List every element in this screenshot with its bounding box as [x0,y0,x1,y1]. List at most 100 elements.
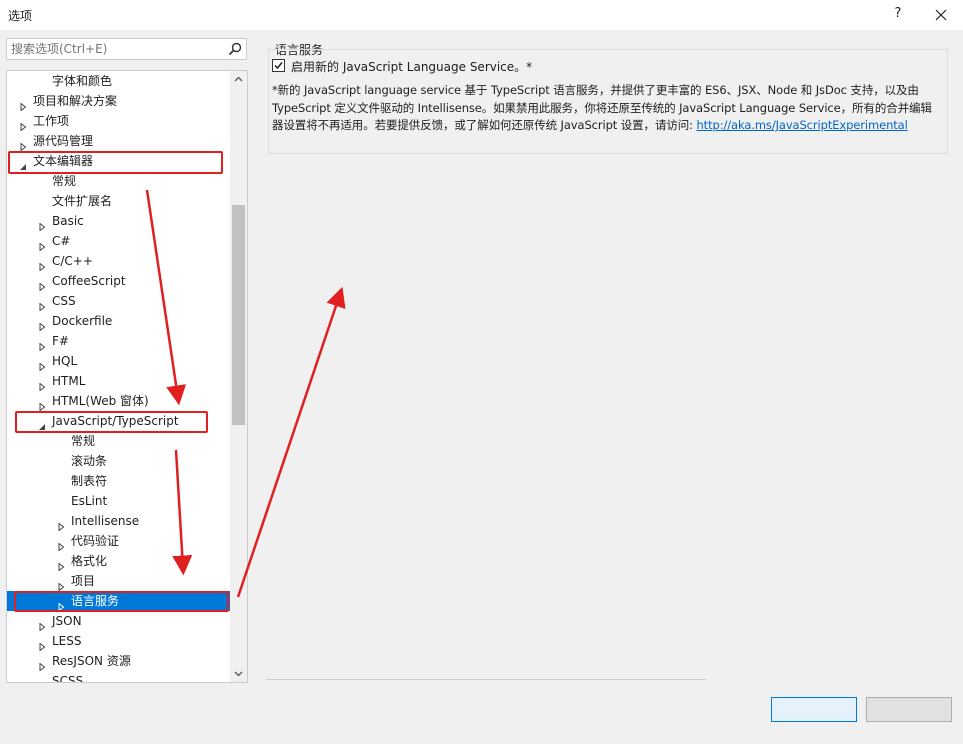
collapsed-arrow-icon[interactable] [38,397,46,412]
tree-item[interactable]: 常规 [7,171,230,191]
collapsed-arrow-icon[interactable] [38,357,46,372]
tree-item[interactable]: 制表符 [7,471,230,491]
tree-item[interactable]: Basic [7,211,230,232]
tree-item-label: EsLint [71,494,108,508]
collapsed-arrow-icon[interactable] [38,337,46,352]
enable-js-service-checkbox[interactable] [272,59,285,72]
collapsed-arrow-icon[interactable] [38,257,46,272]
search-input[interactable] [7,39,226,59]
collapsed-arrow-icon[interactable] [38,217,46,232]
tree-item-label: Dockerfile [52,314,113,328]
tree-item[interactable]: 字体和颜色 [7,71,230,91]
tree-item-label: ResJSON 资源 [52,654,131,668]
tree-item-label: 文本编辑器 [33,154,94,168]
tree-item-label: HTML [52,374,86,388]
bottom-separator [266,679,706,680]
tree-item[interactable]: HQL [7,351,230,372]
tree-item-label: HTML(Web 窗体) [52,394,149,408]
title-bar: 选项 ? [0,0,963,30]
tree-item[interactable]: C# [7,231,230,252]
tree-item-label: F# [52,334,69,348]
tree-item-label: JSON [52,614,82,628]
scroll-down-icon[interactable] [230,665,247,682]
tree-item[interactable]: SCSS [7,671,230,683]
search-box[interactable] [6,38,247,60]
tree-item-label: CSS [52,294,76,308]
scroll-thumb[interactable] [232,205,245,425]
tree-item[interactable]: 格式化 [7,551,230,572]
window-title: 选项 [8,9,33,23]
collapsed-arrow-icon[interactable] [19,117,27,132]
tree-item-label: HQL [52,354,78,368]
collapsed-arrow-icon[interactable] [38,237,46,252]
tree-item[interactable]: 语言服务 [7,591,230,612]
tree-item-label: 常规 [52,174,77,188]
tree-item-label: 字体和颜色 [52,74,113,88]
collapsed-arrow-icon[interactable] [57,597,65,612]
tree-item[interactable]: 常规 [7,431,230,451]
tree-item[interactable]: 滚动条 [7,451,230,471]
tree-item-label: 文件扩展名 [52,194,113,208]
tree-item-label: 常规 [71,434,96,448]
collapsed-arrow-icon[interactable] [19,97,27,112]
tree-item[interactable]: F# [7,331,230,352]
tree-item[interactable]: EsLint [7,491,230,511]
description-text: *新的 JavaScript language service 基于 TypeS… [272,82,942,135]
tree-item[interactable]: Dockerfile [7,311,230,332]
tree-item[interactable]: 代码验证 [7,531,230,552]
tree-item[interactable]: HTML(Web 窗体) [7,391,230,412]
tree-item-label: 制表符 [71,474,108,488]
close-icon[interactable] [930,4,952,26]
collapsed-arrow-icon[interactable] [38,637,46,652]
tree-item-label: 项目 [71,574,96,588]
tree-item[interactable]: 项目 [7,571,230,592]
tree-item[interactable]: C/C++ [7,251,230,272]
collapsed-arrow-icon[interactable] [38,617,46,632]
tree-item-label: 格式化 [71,554,108,568]
collapsed-arrow-icon[interactable] [57,557,65,572]
collapsed-arrow-icon[interactable] [38,277,46,292]
help-icon[interactable]: ? [889,5,907,23]
tree-item[interactable]: LESS [7,631,230,652]
collapsed-arrow-icon[interactable] [38,377,46,392]
search-icon[interactable] [227,41,243,57]
tree-item[interactable]: 项目和解决方案 [7,91,230,112]
expanded-arrow-icon[interactable] [19,157,27,170]
tree-item-label: JavaScript/TypeScript [52,414,179,428]
collapsed-arrow-icon[interactable] [38,317,46,332]
options-tree[interactable]: 字体和颜色 项目和解决方案 工作项 源代码管理 文本编辑器 常规 文件扩展名 Basic C# C… [6,70,248,683]
collapsed-arrow-icon[interactable] [57,537,65,552]
tree-item-label: 滚动条 [71,454,108,468]
tree-item-label: SCSS [52,674,84,683]
tree-item-label: C/C++ [52,254,93,268]
cancel-button[interactable] [866,697,952,722]
tree-item-label: LESS [52,634,82,648]
expanded-arrow-icon[interactable] [38,417,46,430]
scroll-up-icon[interactable] [230,71,247,88]
collapsed-arrow-icon[interactable] [38,657,46,672]
collapsed-arrow-icon[interactable] [38,677,46,682]
collapsed-arrow-icon[interactable] [57,517,65,532]
collapsed-arrow-icon[interactable] [19,137,27,152]
tree-item-label: CoffeeScript [52,274,126,288]
ok-button[interactable] [771,697,857,722]
tree-item[interactable]: JavaScript/TypeScript [7,411,230,431]
tree-item[interactable]: CSS [7,291,230,312]
tree-item[interactable]: CoffeeScript [7,271,230,292]
tree-item[interactable]: 文件扩展名 [7,191,230,211]
collapsed-arrow-icon[interactable] [38,297,46,312]
tree-item[interactable]: 源代码管理 [7,131,230,152]
tree-item[interactable]: 工作项 [7,111,230,132]
collapsed-arrow-icon[interactable] [57,577,65,592]
tree-item[interactable]: HTML [7,371,230,392]
tree-item[interactable]: 文本编辑器 [7,151,230,171]
arrow-up-right [236,286,346,598]
tree-item-label: C# [52,234,71,248]
tree-item-label: 源代码管理 [33,134,94,148]
checkbox-label[interactable]: 启用新的 JavaScript Language Service。* [291,58,532,75]
feedback-link[interactable]: http://aka.ms/JavaScriptExperimental [696,118,907,132]
tree-scrollbar[interactable] [230,71,247,682]
tree-item[interactable]: ResJSON 资源 [7,651,230,672]
tree-item[interactable]: Intellisense [7,511,230,532]
tree-item[interactable]: JSON [7,611,230,632]
